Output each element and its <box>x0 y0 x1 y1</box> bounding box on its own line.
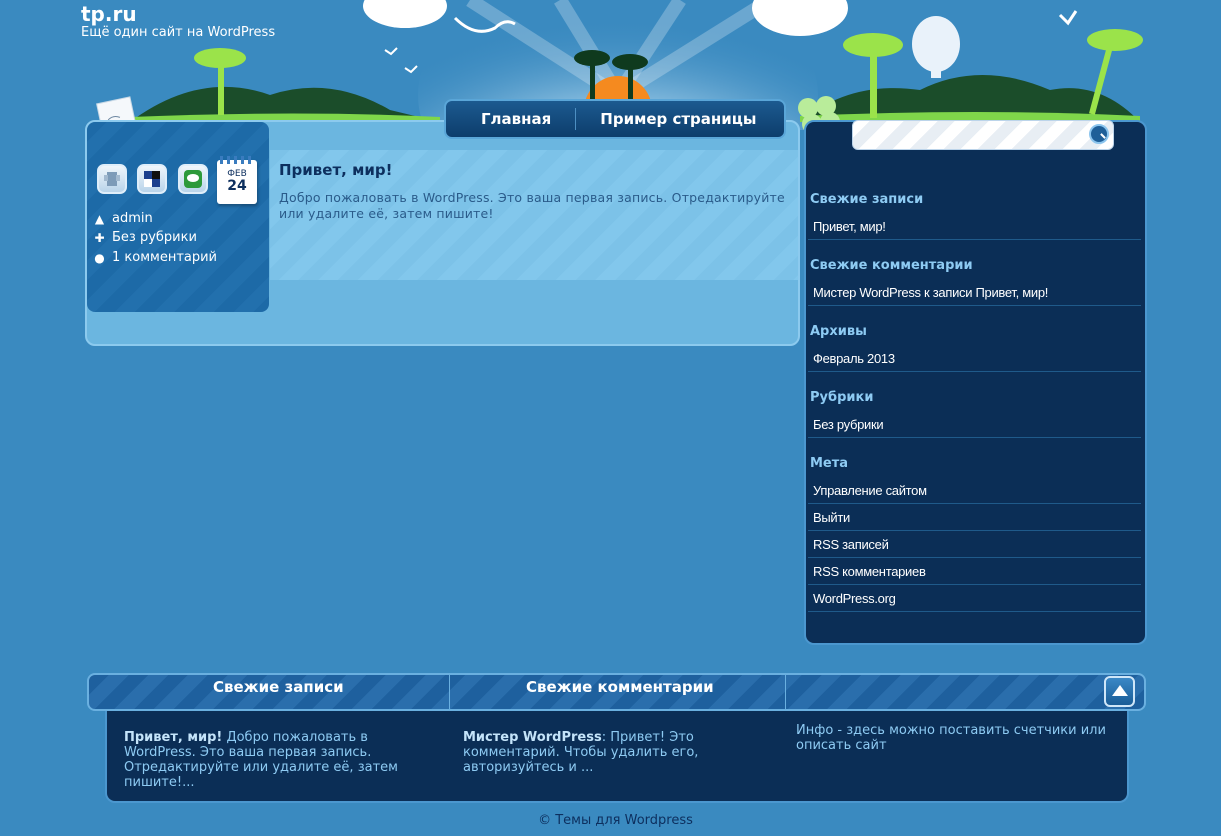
post-title[interactable]: Привет, мир! <box>279 161 392 179</box>
widget-item-meta-admin[interactable]: Управление сайтом <box>808 478 1141 504</box>
post-comments: ● 1 комментарий <box>93 250 217 265</box>
post-author-link[interactable]: admin <box>112 211 153 226</box>
footer-title-recent-posts: Свежие записи <box>213 678 344 696</box>
post-category-link[interactable]: Без рубрики <box>112 230 197 245</box>
footer-recent-post[interactable]: Привет, мир! Добро пожаловать в WordPres… <box>124 730 439 790</box>
footer-title-recent-comments: Свежие комментарии <box>526 678 714 696</box>
post-date-calendar-icon: ФЕВ 24 <box>217 156 257 204</box>
footer-recent-post-title[interactable]: Привет, мир! <box>124 730 222 745</box>
share-delicious-icon[interactable] <box>137 164 167 194</box>
widget-item-recent-post[interactable]: Привет, мир! <box>808 214 1141 240</box>
widget-title-meta: Мета <box>810 456 849 471</box>
nav-home-link[interactable]: Главная <box>481 110 551 128</box>
search-input[interactable] <box>852 120 1114 150</box>
widget-item-recent-comment[interactable]: Мистер WordPress к записи Привет, мир! <box>808 280 1141 306</box>
site-description: Ещё один сайт на WordPress <box>81 25 276 40</box>
puzzle-icon: ✚ <box>94 230 105 245</box>
widget-item-meta-wordpress[interactable]: WordPress.org <box>808 586 1141 612</box>
scroll-top-button[interactable] <box>1104 676 1135 707</box>
widget-item-category[interactable]: Без рубрики <box>808 412 1141 438</box>
share-comment-icon[interactable] <box>178 164 208 194</box>
nav-separator <box>575 108 577 130</box>
widget-title-recent-posts: Свежие записи <box>810 192 924 207</box>
post-excerpt: Добро пожаловать в WordPress. Это ваша п… <box>279 190 785 221</box>
comment-bubble-icon: ● <box>94 250 105 265</box>
footer-separator <box>449 673 450 711</box>
post-date-day: 24 <box>227 178 247 194</box>
footer-recent-comment[interactable]: Мистер WordPress: Привет! Это комментари… <box>463 730 778 775</box>
share-technorati-icon[interactable] <box>97 164 127 194</box>
widget-item-meta-rss-posts[interactable]: RSS записей <box>808 532 1141 558</box>
post-category: ✚ Без рубрики <box>93 230 197 245</box>
search-icon[interactable] <box>1089 124 1109 144</box>
widget-item-meta-logout[interactable]: Выйти <box>808 505 1141 531</box>
footer-info-text: Инфо - здесь можно поставить счетчики ил… <box>796 723 1106 753</box>
widget-title-recent-comments: Свежие комментарии <box>810 258 973 273</box>
post-author: ▲ admin <box>93 211 153 226</box>
footer-separator <box>785 673 786 711</box>
user-icon: ▲ <box>94 211 105 226</box>
widget-title-archives: Архивы <box>810 324 867 339</box>
main-navigation: Главная Пример страницы <box>444 99 786 139</box>
post-comments-link[interactable]: 1 комментарий <box>112 250 217 265</box>
site-title[interactable]: tp.ru <box>81 2 137 26</box>
footer-recent-comment-author[interactable]: Мистер WordPress <box>463 730 602 745</box>
nav-sample-page-link[interactable]: Пример страницы <box>600 110 756 128</box>
widget-item-archive[interactable]: Февраль 2013 <box>808 346 1141 372</box>
widget-item-meta-rss-comments[interactable]: RSS комментариев <box>808 559 1141 585</box>
widget-title-categories: Рубрики <box>810 390 874 405</box>
copyright: © Темы для Wordpress <box>538 813 693 828</box>
